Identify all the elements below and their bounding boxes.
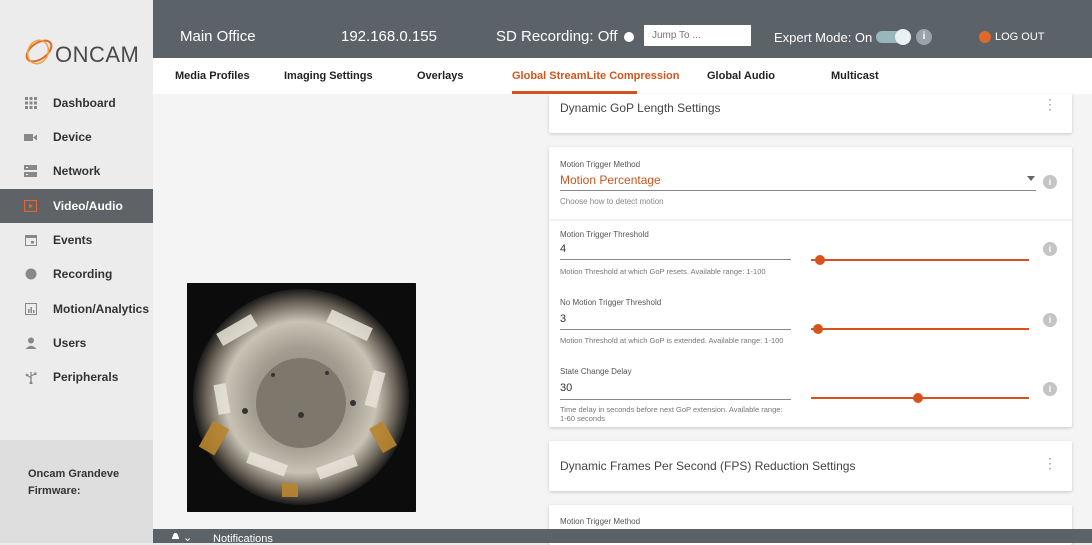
select-underline [560, 190, 1036, 191]
input-underline [560, 259, 791, 260]
sidebar-item-label: Video/Audio [53, 199, 123, 213]
motion-trigger-method-value: Motion Percentage [560, 173, 661, 187]
gop-settings-panel: Motion Trigger Method Motion Percentage … [549, 147, 1072, 427]
sidebar-item-label: Dashboard [53, 96, 116, 110]
device-ip: 192.168.0.155 [341, 28, 437, 45]
motion-trigger-method-label: Motion Trigger Method [560, 517, 641, 526]
sd-status-dot-icon [624, 32, 634, 42]
device-model-label: Oncam Grandeve [28, 468, 120, 480]
info-icon[interactable]: i [1043, 242, 1057, 256]
tab-global-streamlite-compression[interactable]: Global StreamLite Compression [512, 70, 679, 82]
no-motion-trigger-threshold-slider-track[interactable] [811, 328, 1029, 330]
sidebar-item-events[interactable]: Events [0, 223, 153, 257]
toggle-knob [895, 29, 911, 45]
sidebar-item-label: Users [53, 336, 87, 350]
user-icon [24, 337, 37, 350]
video-icon [24, 200, 37, 213]
field-help: Time delay in seconds before next GoP ex… [560, 405, 783, 423]
bell-icon [172, 533, 179, 539]
sidebar-item-dashboard[interactable]: Dashboard [0, 86, 153, 120]
usb-icon [24, 371, 37, 384]
tab-global-audio[interactable]: Global Audio [707, 70, 775, 82]
sidebar-item-label: Peripherals [53, 370, 119, 384]
sidebar-item-video-audio[interactable]: Video/Audio [0, 189, 153, 223]
field-label: Motion Trigger Threshold [560, 230, 649, 239]
no-motion-trigger-threshold-input[interactable]: 3 [560, 313, 566, 325]
fisheye-image [187, 283, 416, 512]
calendar-icon [24, 234, 37, 247]
sidebar-item-label: Recording [53, 267, 113, 281]
notifications-label: Notifications ⌄ [183, 532, 273, 545]
sd-recording-status: SD Recording: Off [496, 28, 618, 45]
info-icon[interactable]: i [1043, 382, 1057, 396]
logo-text: ONCAM [55, 42, 140, 67]
motion-trigger-method-label: Motion Trigger Method [560, 160, 641, 169]
tab-media-profiles[interactable]: Media Profiles [175, 70, 250, 82]
more-vert-icon[interactable]: ⋮ [1043, 97, 1057, 111]
sidebar-item-label: Network [53, 164, 101, 178]
field-help: Motion Threshold at which GoP resets. Av… [560, 267, 766, 276]
dropdown-caret-icon [1027, 176, 1035, 181]
sidebar-item-peripherals[interactable]: Peripherals [0, 360, 153, 394]
field-label: State Change Delay [560, 367, 632, 376]
logout-label: LOG OUT [995, 31, 1045, 43]
record-icon [24, 268, 37, 281]
top-bar: Main Office 192.168.0.155 SD Recording: … [153, 0, 1092, 58]
tab-bar: Media Profiles Imaging Settings Overlays… [153, 58, 1092, 95]
sidebar-item-recording[interactable]: Recording [0, 257, 153, 291]
chart-icon [24, 303, 37, 316]
gop-settings-header[interactable]: Dynamic GoP Length Settings ⋮ [549, 94, 1072, 133]
field-help: Motion Threshold at which GoP is extende… [560, 336, 784, 345]
tab-multicast[interactable]: Multicast [831, 70, 879, 82]
motion-trigger-threshold-slider-track[interactable] [811, 259, 1029, 261]
sidebar: ONCAM Dashboard Device Network Video/Aud… [0, 0, 153, 543]
state-change-delay-input[interactable]: 30 [560, 382, 572, 394]
jump-to-input[interactable] [644, 25, 751, 46]
fps-section-title: Dynamic Frames Per Second (FPS) Reductio… [560, 459, 856, 473]
firmware-label: Firmware: [28, 485, 81, 497]
motion-trigger-threshold-input[interactable]: 4 [560, 243, 566, 255]
tab-imaging-settings[interactable]: Imaging Settings [284, 70, 373, 82]
notifications-bar[interactable]: Notifications ⌄ [153, 529, 1092, 545]
info-icon[interactable]: i [1043, 313, 1057, 327]
network-icon [24, 165, 37, 178]
power-icon [979, 31, 991, 43]
sidebar-item-label: Motion/Analytics [53, 302, 150, 316]
state-change-delay-slider-thumb[interactable] [912, 393, 923, 403]
sidebar-item-network[interactable]: Network [0, 154, 153, 188]
oncam-logo[interactable]: ONCAM [22, 34, 147, 70]
logo-swirl-icon [25, 39, 53, 65]
grid-icon [24, 97, 37, 110]
sidebar-item-device[interactable]: Device [0, 120, 153, 154]
info-icon[interactable]: i [1043, 175, 1057, 189]
fps-settings-header[interactable]: Dynamic Frames Per Second (FPS) Reductio… [549, 441, 1072, 491]
expert-mode-label: Expert Mode: On [774, 30, 873, 45]
sidebar-item-motion-analytics[interactable]: Motion/Analytics [0, 292, 153, 326]
location-title: Main Office [180, 28, 256, 45]
input-underline [560, 329, 791, 330]
camera-icon [24, 131, 37, 144]
no-motion-trigger-threshold-slider-thumb[interactable] [812, 324, 823, 334]
firmware-panel: Oncam Grandeve Firmware: [0, 440, 153, 543]
info-icon[interactable]: i [916, 29, 932, 45]
field-label: No Motion Trigger Threshold [560, 298, 662, 307]
sidebar-item-label: Device [53, 130, 92, 144]
motion-trigger-method-help: Choose how to detect motion [560, 197, 664, 206]
more-vert-icon[interactable]: ⋮ [1043, 456, 1057, 470]
sidebar-item-users[interactable]: Users [0, 326, 153, 360]
tab-overlays[interactable]: Overlays [417, 70, 463, 82]
fisheye-video-preview[interactable] [187, 283, 416, 512]
gop-section-title: Dynamic GoP Length Settings [560, 101, 721, 115]
sidebar-item-label: Events [53, 233, 93, 247]
input-underline [560, 399, 791, 400]
motion-trigger-threshold-slider-thumb[interactable] [814, 255, 825, 265]
